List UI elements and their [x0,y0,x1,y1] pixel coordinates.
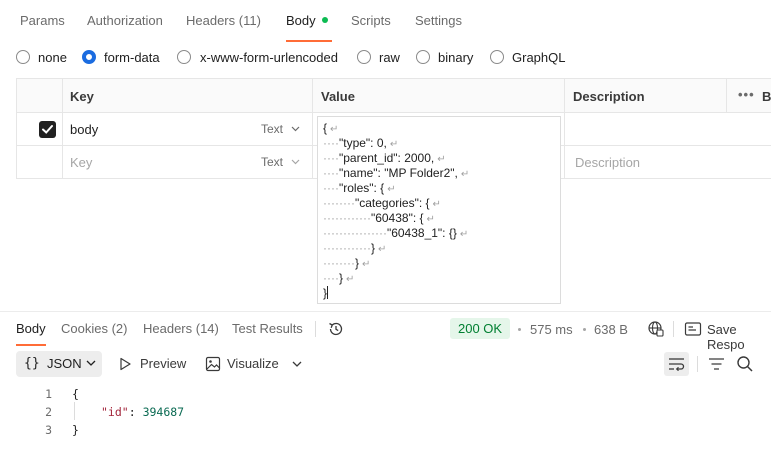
radio-raw-label[interactable]: raw [379,50,400,65]
radio-urlencoded[interactable] [177,50,191,64]
new-key-input[interactable]: Key [70,155,92,170]
text-caret [327,286,329,299]
more-options-icon[interactable]: ••• [738,87,755,102]
chevron-down-icon [291,159,300,165]
radio-binary-label[interactable]: binary [438,50,473,65]
response-tab-headers[interactable]: Headers (14) [143,321,219,336]
new-row-type-label: Text [261,155,284,169]
response-time[interactable]: 575 ms [530,322,573,337]
network-globe-icon[interactable] [647,320,665,338]
editor-line: ····} ↵ [323,271,355,285]
indent-guide [74,402,75,420]
json-key: "id" [101,405,129,419]
row-key-cell[interactable]: body [70,122,98,137]
tab-settings[interactable]: Settings [415,13,462,28]
editor-line: ····"name": "MP Folder2", ↵ [323,166,470,180]
image-icon [205,356,221,372]
tab-body[interactable]: Body [286,13,328,28]
row-enabled-checkbox[interactable] [39,121,56,138]
radio-form-data-label[interactable]: form-data [104,50,160,65]
editor-line: {↵ [323,121,339,135]
search-icon[interactable] [736,355,754,373]
radio-raw[interactable] [357,50,371,64]
radio-binary[interactable] [416,50,430,64]
line-number: 3 [45,423,52,437]
editor-line: ········"categories": {↵ [323,196,441,210]
editor-line: ············} ↵ [323,241,387,255]
tab-params[interactable]: Params [20,13,65,28]
editor-line: ····"type": 0, ↵ [323,136,399,150]
history-icon[interactable] [327,320,345,338]
json-braces-icon: {} [24,356,40,371]
row-type-select[interactable]: Text [261,122,300,136]
wrap-lines-button[interactable] [664,352,689,376]
editor-line: ····"roles": {↵ [323,181,396,195]
request-tabs: Params Authorization Headers (11) Body S… [0,0,771,42]
value-editor[interactable]: {↵ ····"type": 0, ↵ ····"parent_id": 2000… [317,116,561,304]
chevron-down-icon [86,360,96,366]
wrap-lines-icon [669,358,685,371]
visualize-button[interactable]: Visualize [227,356,279,371]
response-tab-cookies[interactable]: Cookies (2) [61,321,127,336]
response-bar: Body Cookies (2) Headers (14) Test Resul… [0,311,771,352]
new-row-type-select[interactable]: Text [261,155,300,169]
editor-line: ····"parent_id": 2000, ↵ [323,151,446,165]
radio-graphql[interactable] [490,50,504,64]
save-response-icon[interactable] [684,321,702,337]
editor-line: ········} ↵ [323,256,371,270]
response-size[interactable]: 638 B [594,322,628,337]
status-badge[interactable]: 200 OK [450,318,511,339]
radio-form-data[interactable] [82,50,96,64]
active-tab-underline [286,40,332,42]
response-tab-test-results[interactable]: Test Results [232,321,303,336]
radio-none[interactable] [16,50,30,64]
filter-icon[interactable] [708,357,725,371]
chevron-down-icon [291,126,300,132]
bulk-edit-label[interactable]: B [762,89,771,104]
close-brace: } [72,423,79,437]
play-icon [120,357,131,371]
column-header-value: Value [321,89,355,104]
modified-dot-icon [321,17,328,23]
radio-none-label[interactable]: none [38,50,67,65]
row-type-label: Text [261,122,284,136]
new-description-input[interactable]: Description [575,155,640,170]
editor-line: ················"60438_1": {} ↵ [323,226,469,240]
active-response-tab-underline [16,344,46,346]
save-response-button[interactable]: Save Respo [707,322,771,352]
table-header-row [16,79,771,113]
line-number: 1 [45,387,52,401]
tab-authorization[interactable]: Authorization [87,13,163,28]
visualize-chevron-down-icon[interactable] [292,361,302,367]
response-tab-body[interactable]: Body [16,321,46,336]
open-brace: { [72,387,79,401]
tab-headers[interactable]: Headers (11) [186,13,261,28]
json-value: 394687 [142,405,185,419]
format-label: JSON [47,356,82,371]
tab-scripts[interactable]: Scripts [351,13,391,28]
format-select[interactable]: {} JSON [16,351,102,377]
line-number: 2 [45,405,52,419]
editor-line: } [323,286,329,300]
radio-graphql-label[interactable]: GraphQL [512,50,565,65]
preview-button[interactable]: Preview [140,356,186,371]
radio-urlencoded-label[interactable]: x-www-form-urlencoded [200,50,338,65]
column-header-description: Description [573,89,645,104]
code-line: "id": 394687 [101,405,185,419]
editor-line: ············"60438": {↵ [323,211,435,225]
body-type-options: none form-data x-www-form-urlencoded raw… [0,47,771,69]
tab-body-label: Body [286,13,316,28]
column-header-key: Key [70,89,94,104]
